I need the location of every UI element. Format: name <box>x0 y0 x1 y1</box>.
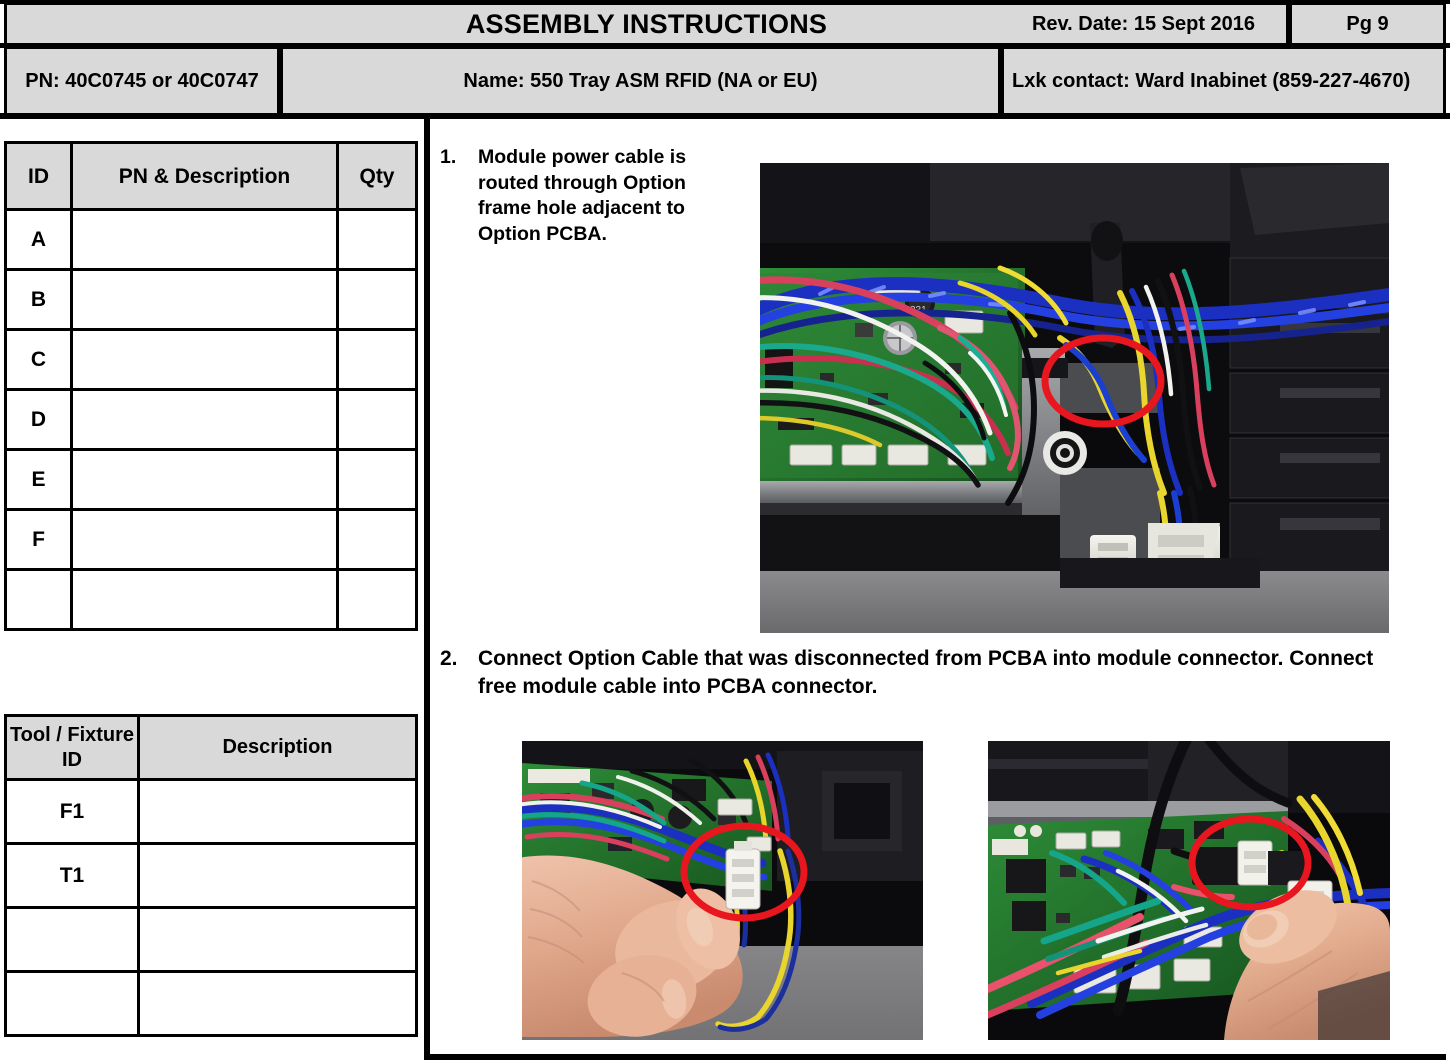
parts-cell-description[interactable] <box>70 208 339 271</box>
tool-cell-id: T1 <box>4 842 140 909</box>
tool-fixture-table: Tool / Fixture ID Description F1 T1 <box>4 714 418 1037</box>
content-vertical-divider <box>424 119 430 1060</box>
table-row: E <box>4 448 418 511</box>
parts-cell-description[interactable] <box>70 448 339 511</box>
parts-cell-id: A <box>4 208 73 271</box>
contact-cell: Lxk contact: Ward Inabinet (859-227-4670… <box>1001 46 1446 116</box>
step-1-number: 1. <box>440 146 457 168</box>
part-number-cell: PN: 40C0745 or 40C0747 <box>4 46 280 116</box>
parts-cell-qty[interactable] <box>336 388 418 451</box>
parts-col-description: PN & Description <box>70 141 339 211</box>
table-row <box>4 970 418 1037</box>
step-2-text: Connect Option Cable that was disconnect… <box>478 647 1374 698</box>
photo-step-2-left <box>522 741 923 1040</box>
instruction-step-1: 1. Module power cable is routed through … <box>440 145 735 247</box>
table-row: F <box>4 508 418 571</box>
page-number: Pg 9 <box>1289 2 1446 46</box>
step-1-text: Module power cable is routed through Opt… <box>478 146 687 245</box>
table-row: D <box>4 388 418 451</box>
tool-col-description: Description <box>137 714 418 781</box>
photo-step-2-right <box>988 741 1390 1040</box>
table-row: B <box>4 268 418 331</box>
parts-cell-id[interactable] <box>4 568 73 631</box>
parts-cell-qty[interactable] <box>336 448 418 511</box>
document-header: ASSEMBLY INSTRUCTIONS Rev. Date: 15 Sept… <box>0 0 1450 119</box>
parts-cell-qty[interactable] <box>336 328 418 391</box>
photo-step-1: 331 <box>760 163 1389 633</box>
tool-cell-description[interactable] <box>137 842 418 909</box>
photo-step-1-illustration: 331 <box>760 163 1389 633</box>
table-row: A <box>4 208 418 271</box>
parts-cell-qty[interactable] <box>336 508 418 571</box>
parts-cell-description[interactable] <box>70 268 339 331</box>
assembly-name-cell: Name: 550 Tray ASM RFID (NA or EU) <box>280 46 1001 116</box>
photo-step-2-right-illustration <box>988 741 1390 1040</box>
tool-cell-description[interactable] <box>137 970 418 1037</box>
tool-col-id: Tool / Fixture ID <box>4 714 140 781</box>
parts-cell-description[interactable] <box>70 508 339 571</box>
tool-cell-id[interactable] <box>4 906 140 973</box>
step-2-number: 2. <box>440 647 458 670</box>
tool-table-header-row: Tool / Fixture ID Description <box>4 714 418 781</box>
instruction-step-2: 2. Connect Option Cable that was disconn… <box>440 645 1390 701</box>
parts-cell-qty[interactable] <box>336 568 418 631</box>
parts-cell-id: C <box>4 328 73 391</box>
parts-cell-description[interactable] <box>70 328 339 391</box>
parts-cell-qty[interactable] <box>336 208 418 271</box>
table-row <box>4 906 418 973</box>
content-bottom-border <box>424 1054 1446 1060</box>
photo-step-2-left-illustration <box>522 741 923 1040</box>
parts-table: ID PN & Description Qty A B C D E F <box>4 141 418 631</box>
parts-cell-id: E <box>4 448 73 511</box>
tool-cell-description[interactable] <box>137 906 418 973</box>
revision-date: Rev. Date: 15 Sept 2016 <box>1001 2 1289 46</box>
parts-col-qty: Qty <box>336 141 418 211</box>
parts-cell-id: D <box>4 388 73 451</box>
parts-cell-description[interactable] <box>70 568 339 631</box>
tool-cell-description[interactable] <box>137 778 418 845</box>
parts-col-id: ID <box>4 141 73 211</box>
parts-table-header-row: ID PN & Description Qty <box>4 141 418 211</box>
table-row: C <box>4 328 418 391</box>
table-row: T1 <box>4 842 418 909</box>
parts-cell-id: F <box>4 508 73 571</box>
table-row: F1 <box>4 778 418 845</box>
parts-cell-description[interactable] <box>70 388 339 451</box>
table-row <box>4 568 418 631</box>
parts-cell-qty[interactable] <box>336 268 418 331</box>
tool-cell-id: F1 <box>4 778 140 845</box>
tool-cell-id[interactable] <box>4 970 140 1037</box>
parts-cell-id: B <box>4 268 73 331</box>
header-bottom-rule <box>0 113 1450 119</box>
